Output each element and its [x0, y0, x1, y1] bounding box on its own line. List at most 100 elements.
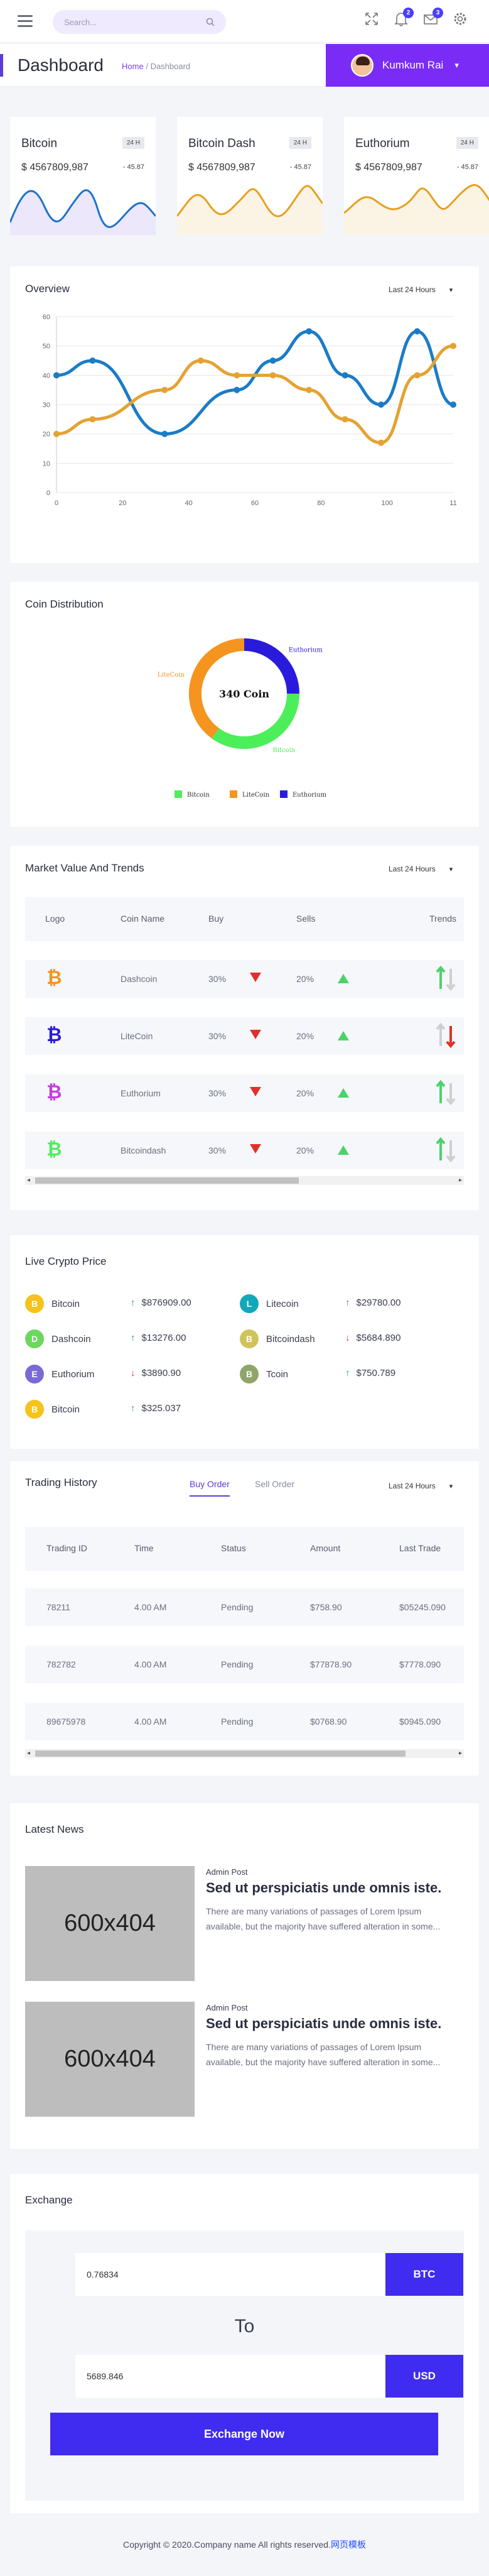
coin-avatar-icon: B	[240, 1329, 259, 1348]
tab-sell-order[interactable]: Sell Order	[255, 1479, 294, 1489]
overview-range-select[interactable]: Last 24 Hours ▾	[389, 285, 453, 294]
market-range-label: Last 24 Hours	[389, 865, 436, 873]
to-currency-button[interactable]: USD	[385, 2355, 463, 2398]
trading-cell-status: Pending	[221, 1602, 254, 1612]
trading-column-header: Trading ID	[46, 1543, 87, 1553]
data-point	[89, 357, 96, 364]
tab-buy-order[interactable]: Buy Order	[190, 1479, 230, 1497]
sell-cell: 20%	[296, 1145, 314, 1155]
market-range-select[interactable]: Last 24 Hours ▾	[389, 865, 453, 873]
arrow-down-icon: ↓	[131, 1368, 136, 1378]
market-header-row	[25, 897, 464, 941]
x-tick-label: 40	[185, 499, 193, 507]
overview-range-label: Last 24 Hours	[389, 285, 436, 294]
news-headline[interactable]: Sed ut perspiciatis unde omnis iste.	[206, 1880, 441, 1896]
overview-title: Overview	[25, 283, 70, 295]
legend-label: Bitcoin	[187, 792, 210, 799]
coin-card: Bitcoin Dash 24 H $ 4567809,987- 45.87	[177, 117, 323, 235]
horizontal-scrollbar[interactable]: ◂ ▸	[25, 1749, 464, 1758]
live-coin-name: Tcoin	[266, 1369, 289, 1380]
gear-icon[interactable]	[451, 11, 469, 29]
breadcrumb-separator: /	[146, 62, 148, 71]
page-title: Dashboard	[18, 55, 104, 75]
scroll-left-icon[interactable]: ◂	[27, 1750, 30, 1757]
bell-icon[interactable]: 2	[392, 8, 414, 29]
buy-cell: 30%	[208, 1031, 227, 1041]
market-column-header: Sells	[296, 914, 316, 924]
arrow-up-icon: ↑	[345, 1368, 350, 1378]
trading-cell-id: 89675978	[46, 1716, 86, 1727]
coin-avatar-icon: L	[240, 1294, 259, 1313]
data-point	[234, 386, 240, 393]
user-name: Kumkum Rai	[382, 59, 444, 71]
up-arrow-icon	[338, 1145, 349, 1155]
y-tick-label: 60	[43, 314, 50, 321]
user-menu[interactable]: Kumkum Rai ▾	[326, 44, 489, 87]
news-image-placeholder[interactable]: 600x404	[25, 1866, 195, 1981]
live-coin-name: Bitcoin	[51, 1299, 80, 1309]
from-amount-input[interactable]	[75, 2253, 385, 2296]
legend-swatch	[280, 790, 287, 798]
up-arrow-icon	[338, 1088, 349, 1098]
y-tick-label: 10	[43, 460, 50, 467]
mail-icon[interactable]: 3	[422, 8, 443, 29]
news-excerpt: There are many variations of passages of…	[206, 2042, 441, 2067]
coin-logo-icon: ₿	[46, 1082, 62, 1103]
trading-title: Trading History	[25, 1476, 97, 1488]
horizontal-scrollbar[interactable]: ◂ ▸	[25, 1176, 464, 1185]
live-coin-price: ↑ $325.037	[131, 1403, 181, 1414]
sparkline-area	[10, 190, 156, 235]
to-amount-input[interactable]	[75, 2355, 385, 2398]
search-box[interactable]	[53, 10, 226, 34]
pie-slice	[244, 638, 299, 694]
scrollbar-thumb[interactable]	[35, 1750, 406, 1757]
title-accent	[0, 54, 3, 77]
live-coin-price: ↓ $5684.890	[345, 1333, 400, 1343]
data-point	[89, 416, 96, 423]
search-icon[interactable]	[206, 18, 215, 26]
scroll-right-icon[interactable]: ▸	[459, 1177, 462, 1184]
menu-icon[interactable]	[18, 15, 33, 28]
data-point	[341, 372, 348, 379]
footer-link[interactable]: 网页模板	[331, 2540, 366, 2550]
trend-icon	[434, 1021, 459, 1050]
fullscreen-icon[interactable]	[363, 11, 380, 29]
trading-cell-last: $0945.090	[399, 1716, 441, 1727]
scrollbar-thumb[interactable]	[35, 1177, 299, 1184]
live-price-title: Live Crypto Price	[25, 1255, 107, 1267]
trading-cell-time: 4.00 AM	[134, 1716, 167, 1727]
data-point	[450, 401, 456, 408]
news-headline[interactable]: Sed ut perspiciatis unde omnis iste.	[206, 2016, 441, 2032]
exchange-now-button[interactable]: Exchange Now	[50, 2413, 438, 2455]
mail-badge: 3	[433, 8, 443, 18]
data-point	[378, 439, 385, 446]
scroll-left-icon[interactable]: ◂	[27, 1177, 30, 1184]
market-column-header: Coin Name	[121, 914, 165, 924]
y-tick-label: 0	[46, 489, 50, 497]
search-input[interactable]	[64, 17, 190, 27]
y-tick-label: 30	[43, 401, 50, 409]
scroll-right-icon[interactable]: ▸	[459, 1750, 462, 1757]
table-row	[25, 1017, 464, 1055]
trading-cell-last: $05245.090	[399, 1602, 446, 1612]
y-tick-label: 40	[43, 372, 50, 379]
data-point	[197, 357, 204, 364]
up-arrow-icon	[338, 974, 349, 983]
from-currency-button[interactable]: BTC	[385, 2253, 463, 2296]
breadcrumb: Home / Dashboard	[122, 62, 190, 71]
market-column-header: Trends	[429, 914, 457, 924]
legend-label: LiteCoin	[242, 792, 270, 799]
donut-center-label: 340 Coin	[219, 688, 269, 700]
trading-range-select[interactable]: Last 24 Hours ▾	[389, 1482, 453, 1490]
table-row	[25, 1132, 464, 1169]
live-coin-name: Bitcoindash	[266, 1334, 315, 1345]
news-image-placeholder[interactable]: 600x404	[25, 2002, 195, 2117]
arrow-down-icon: ↓	[345, 1333, 350, 1343]
legend-swatch	[230, 790, 237, 798]
breadcrumb-home[interactable]: Home	[122, 62, 144, 71]
chevron-down-icon: ▾	[449, 866, 453, 873]
trading-cell-id: 782782	[46, 1659, 76, 1669]
data-point	[414, 372, 421, 379]
trend-icon	[434, 1135, 459, 1164]
chevron-down-icon: ▾	[449, 287, 453, 294]
